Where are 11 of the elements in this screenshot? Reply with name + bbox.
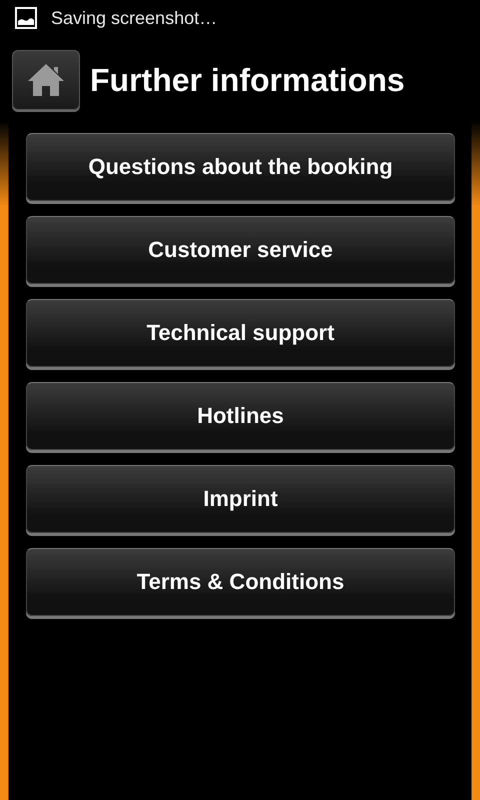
menu-button[interactable]: Terms & Conditions <box>26 548 455 616</box>
home-button[interactable] <box>12 50 80 110</box>
menu-button[interactable]: Questions about the booking <box>26 133 455 201</box>
page-title: Further informations <box>90 62 405 98</box>
menu-button[interactable]: Imprint <box>26 465 455 533</box>
home-icon <box>26 62 66 98</box>
menu-button[interactable]: Hotlines <box>26 382 455 450</box>
status-notification: Saving screenshot… <box>51 8 218 28</box>
menu-button[interactable]: Customer service <box>26 216 455 284</box>
image-icon <box>15 7 37 29</box>
menu-button[interactable]: Technical support <box>26 299 455 367</box>
